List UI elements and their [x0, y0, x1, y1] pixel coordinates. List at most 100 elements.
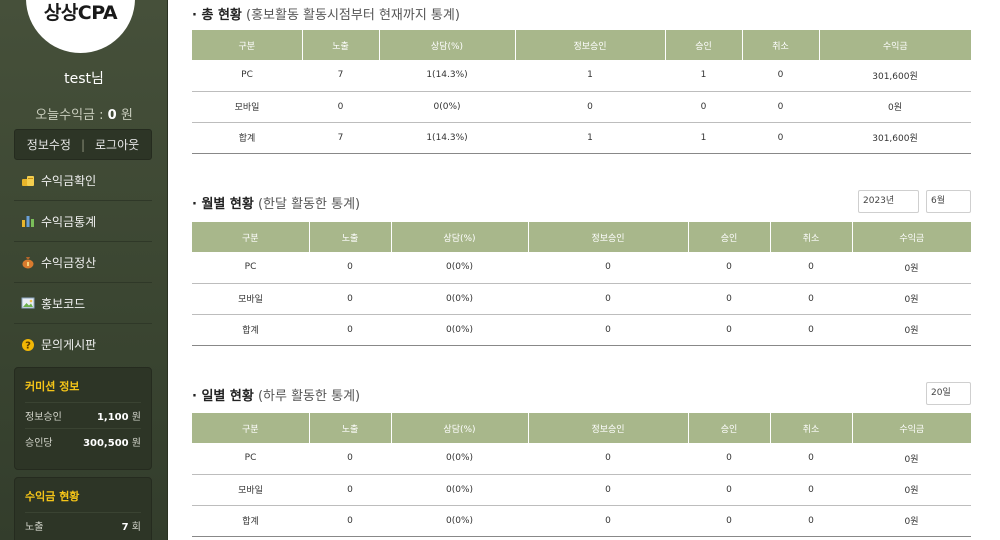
column-header: 정보승인 [528, 222, 689, 252]
monthly-title-sub: (한달 활동한 통계) [253, 197, 361, 212]
earnings-status-box: 수익금 현황 노출 7 회 [14, 477, 152, 540]
menu-item-label: 수익금정산 [41, 255, 97, 270]
table-cell: 0 [528, 443, 688, 475]
edit-info-link[interactable]: 정보수정 [27, 136, 71, 153]
monthly-title-bold: · 월별 현황 [192, 197, 254, 212]
menu-item-earnings-settlement[interactable]: 수익금정산 [14, 242, 152, 283]
table-header-row: 구분 노출 상담(%) 정보승인 승인 취소 수익금 [192, 413, 971, 443]
table-cell: 0(0%) [391, 443, 528, 475]
account-separator: | [80, 137, 86, 152]
table-cell: 0 [770, 505, 852, 537]
menu-item-label: 수익금확인 [41, 173, 97, 188]
table-cell: PC [192, 252, 309, 284]
column-header: 수익금 [852, 413, 971, 443]
table-cell: 0 [309, 505, 391, 537]
table-cell: 0 [688, 443, 770, 475]
column-header: 정보승인 [515, 30, 666, 60]
table-cell: 0 [528, 474, 688, 506]
table-cell: 0 [770, 443, 852, 475]
column-header: 취소 [742, 30, 820, 60]
daily-section-title: · 일별 현황 (하루 활동한 통계) [192, 385, 360, 404]
menu-item-label: 수익금통계 [41, 214, 97, 229]
username: test님 [64, 71, 104, 87]
table-cell: 0 [309, 283, 391, 315]
table-cell: 0 [688, 505, 770, 537]
table-row: 합계 0 0(0%) 0 0 0 0원 [192, 314, 971, 346]
table-cell: 0(0%) [391, 505, 528, 537]
monthly-stats-table: 구분 노출 상담(%) 정보승인 승인 취소 수익금 PC 0 0(0%) 0 0 0 0원 모바일 0 0(… [192, 222, 971, 346]
column-header: 상담(%) [391, 413, 529, 443]
commission-label: 정보승인 [25, 412, 62, 423]
commission-value: 300,500 [83, 438, 129, 449]
coins-icon [22, 176, 34, 186]
menu-item-earnings-check[interactable]: 수익금확인 [14, 160, 152, 201]
table-row: 모바일 0 0(0%) 0 0 0 0원 [192, 91, 971, 123]
table-cell: 합계 [192, 505, 309, 537]
commission-row: 승인당 300,500 원 [25, 428, 141, 454]
daily-stats-table: 구분 노출 상담(%) 정보승인 승인 취소 수익금 PC 0 0(0%) 0 0 0 0원 모바일 0 0(… [192, 413, 971, 537]
monthly-section-title: · 월별 현황 (한달 활동한 통계) [192, 193, 360, 212]
menu-item-promo-code[interactable]: 홍보코드 [14, 283, 152, 324]
total-stats-table: 구분 노출 상담(%) 정보승인 승인 취소 수익금 PC 7 1(14.3%) 1 1 0 301,6… [192, 30, 971, 154]
table-cell: 1 [665, 60, 742, 92]
commission-label: 승인당 [25, 438, 53, 449]
table-cell: 1(14.3%) [379, 60, 515, 92]
table-cell: 7 [302, 60, 379, 92]
table-row: PC 0 0(0%) 0 0 0 0원 [192, 252, 971, 284]
table-row: PC 7 1(14.3%) 1 1 0 301,600원 [192, 60, 971, 92]
column-header: 취소 [770, 413, 853, 443]
table-cell: 1(14.3%) [379, 122, 515, 154]
day-select[interactable]: 20일 [926, 382, 971, 405]
table-cell: PC [192, 60, 302, 92]
table-cell: 0 [302, 91, 379, 123]
today-earnings-label: 오늘수익금 : [35, 108, 108, 123]
table-cell: 301,600원 [819, 60, 971, 92]
menu-item-earnings-stats[interactable]: 수익금통계 [14, 201, 152, 242]
logo-circle[interactable]: 상상CPA [26, 0, 135, 53]
table-header-row: 구분 노출 상담(%) 정보승인 승인 취소 수익금 [192, 30, 971, 60]
table-cell: 0 [742, 60, 819, 92]
table-cell: 0(0%) [379, 91, 515, 123]
column-header: 취소 [770, 222, 853, 252]
menu-item-label: 문의게시판 [41, 338, 97, 352]
menu-item-inquiry-board[interactable]: ? 문의게시판 [14, 324, 152, 365]
table-cell: 0 [688, 252, 770, 284]
column-header: 노출 [302, 30, 380, 60]
money-bag-icon [22, 257, 34, 269]
logo[interactable]: 상상CPA [26, 0, 135, 25]
commission-row: 정보승인 1,100 원 [25, 402, 141, 428]
column-header: 승인 [688, 222, 771, 252]
earnings-status-label: 노출 [25, 522, 44, 533]
table-row: 합계 7 1(14.3%) 1 1 0 301,600원 [192, 122, 971, 154]
table-cell: 0(0%) [391, 252, 528, 284]
column-header: 구분 [192, 413, 310, 443]
account-box: 정보수정 | 로그아웃 [14, 129, 152, 160]
daily-title-sub: (하루 활동한 통계) [253, 389, 361, 404]
total-title-bold: · 총 현황 [192, 8, 242, 23]
total-section-title: · 총 현황 (홍보활동 활동시점부터 현재까지 통계) [192, 4, 460, 23]
month-select[interactable]: 6월 [926, 190, 971, 213]
column-header: 노출 [309, 222, 392, 252]
earnings-status-amount: 7 회 [122, 518, 141, 533]
table-cell: 0 [770, 252, 852, 284]
table-cell: 1 [515, 60, 665, 92]
table-cell: 0 [309, 443, 391, 475]
table-cell: 0 [742, 122, 819, 154]
today-earnings-value: 0 [107, 108, 117, 123]
table-cell: 0원 [819, 91, 971, 123]
commission-value: 1,100 [96, 412, 129, 423]
total-title-sub: (홍보활동 활동시점부터 현재까지 통계) [241, 8, 460, 23]
table-cell: 0 [688, 283, 770, 315]
table-cell: 0 [665, 91, 742, 123]
table-cell: 0 [688, 314, 770, 346]
bar-chart-icon [22, 216, 34, 227]
image-code-icon [21, 297, 35, 309]
column-header: 수익금 [852, 222, 971, 252]
table-cell: 1 [515, 122, 665, 154]
commission-unit: 원 [128, 412, 141, 423]
year-select[interactable]: 2023년 [858, 190, 919, 213]
table-row: 모바일 0 0(0%) 0 0 0 0원 [192, 283, 971, 315]
sidebar: 상상CPA test님 오늘수익금 : 0 원 정보수정 | 로그아웃 수익금확… [0, 0, 168, 540]
table-cell: 0 [515, 91, 665, 123]
logout-link[interactable]: 로그아웃 [95, 136, 139, 153]
